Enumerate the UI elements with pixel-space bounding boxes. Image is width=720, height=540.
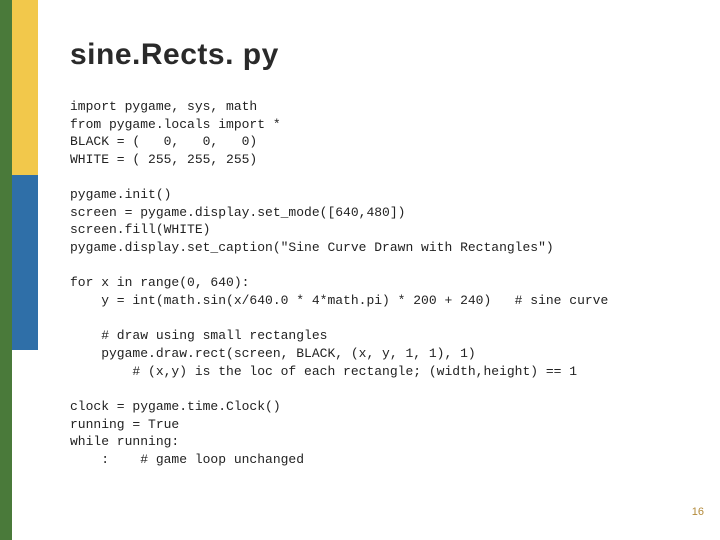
sidebar-green-stripe <box>0 0 12 540</box>
sidebar-stripe <box>0 0 40 540</box>
code-block-gameloop: clock = pygame.time.Clock() running = Tr… <box>70 398 690 468</box>
sidebar-yellow-block <box>12 0 38 175</box>
code-block-draw: # draw using small rectangles pygame.dra… <box>70 327 690 380</box>
page-number: 16 <box>692 506 704 518</box>
page-title: sine.Rects. py <box>70 38 690 72</box>
code-block-imports: import pygame, sys, math from pygame.loc… <box>70 98 690 168</box>
code-block-loop: for x in range(0, 640): y = int(math.sin… <box>70 274 690 309</box>
sidebar-blue-block <box>12 175 38 350</box>
code-block-init: pygame.init() screen = pygame.display.se… <box>70 186 690 256</box>
slide-content: sine.Rects. py import pygame, sys, math … <box>70 38 690 468</box>
